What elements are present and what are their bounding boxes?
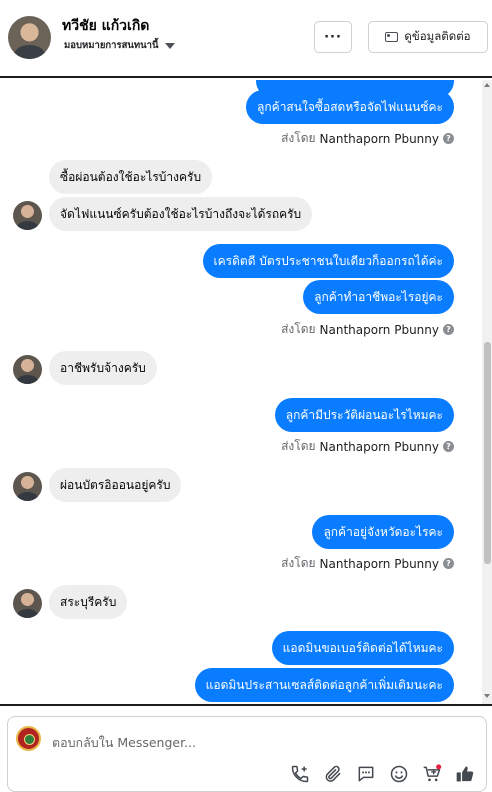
emoji-icon[interactable] (388, 763, 410, 785)
sender-name[interactable]: Nanthaporn Pbunny (320, 132, 439, 146)
composer-box[interactable] (7, 716, 487, 792)
sent-by-label: ส่งโดย Nanthaporn Pbunny ? (281, 554, 454, 573)
help-icon[interactable]: ? (443, 558, 454, 569)
sender-name[interactable]: Nanthaporn Pbunny (320, 323, 439, 337)
scroll-down-arrow[interactable] (484, 694, 490, 698)
sent-by-label: ส่งโดย Nanthaporn Pbunny ? (281, 437, 454, 456)
thread-scrollbar[interactable] (482, 80, 492, 704)
assign-conversation-dropdown[interactable]: มอบหมายการสนทนานี้ (64, 38, 175, 53)
cart-icon[interactable] (421, 763, 443, 785)
avatar[interactable] (13, 472, 42, 501)
avatar[interactable] (13, 201, 42, 230)
phone-add-icon[interactable] (289, 763, 311, 785)
sender-name[interactable]: Nanthaporn Pbunny (320, 440, 439, 454)
message-bubble-outgoing[interactable]: แอดมินขอเบอร์ติดต่อได้ไหมคะ (271, 631, 454, 665)
avatar[interactable] (13, 589, 42, 618)
help-icon[interactable]: ? (443, 133, 454, 144)
contact-name[interactable]: ทวีชัย แก้วเกิด (62, 15, 149, 37)
view-contact-button[interactable]: ดูข้อมูลติดต่อ (368, 21, 488, 53)
scroll-thumb[interactable] (484, 342, 491, 564)
paperclip-icon[interactable] (322, 763, 344, 785)
message-thread[interactable]: ลูกค้าสนใจซื้อสดหรือจัดไฟแนนซ์คะ ส่งโดย … (0, 80, 492, 704)
thumbs-up-icon[interactable] (454, 763, 476, 785)
more-options-button[interactable]: ··· (314, 21, 352, 53)
composer-toolbar (289, 763, 476, 785)
help-icon[interactable]: ? (443, 324, 454, 335)
composer (0, 704, 492, 792)
conversation-header: ทวีชัย แก้วเกิด มอบหมายการสนทนานี้ ··· ด… (0, 0, 492, 78)
message-bubble-outgoing[interactable]: ลูกค้าสนใจซื้อสดหรือจัดไฟแนนซ์คะ (246, 90, 454, 124)
page-logo (16, 726, 41, 751)
chat-bubble-icon[interactable] (355, 763, 377, 785)
assign-label: มอบหมายการสนทนานี้ (64, 40, 159, 51)
message-bubble-outgoing[interactable]: ลูกค้ามีประวัติผ่อนอะไรไหมคะ (274, 398, 454, 432)
avatar[interactable] (8, 16, 51, 59)
help-icon[interactable]: ? (443, 441, 454, 452)
avatar[interactable] (13, 355, 42, 384)
caret-down-icon (164, 42, 175, 49)
message-bubble-outgoing[interactable]: ลูกค้าอยู่จังหวัดอะไรคะ (312, 515, 454, 549)
sender-name[interactable]: Nanthaporn Pbunny (320, 557, 439, 571)
message-bubble-incoming[interactable]: อาชีพรับจ้างครับ (49, 351, 157, 385)
message-bubble-incoming[interactable]: จัดไฟแนนซ์ครับต้องใช้อะไรบ้างถึงจะได้รถค… (49, 197, 313, 231)
message-bubble-incoming[interactable]: ซื้อผ่อนต้องใช้อะไรบ้างครับ (49, 160, 213, 194)
scroll-up-arrow[interactable] (484, 83, 490, 87)
message-bubble-outgoing[interactable]: แอดมินประสานเซลส์ติดต่อลูกค้าเพิ่มเติมนะ… (194, 668, 454, 702)
message-bubble-incoming[interactable]: ผ่อนบัตรอิออนอยู่ครับ (49, 468, 182, 502)
message-bubble-incoming[interactable]: สระบุรีครับ (49, 585, 128, 619)
sent-by-label: ส่งโดย Nanthaporn Pbunny ? (281, 320, 454, 339)
reply-input[interactable] (52, 731, 352, 753)
message-bubble-outgoing[interactable]: เครดิตดี บัตรประชาชนใบเดียวก็ออกรถได้ค่ะ (202, 244, 454, 278)
sent-by-label: ส่งโดย Nanthaporn Pbunny ? (281, 129, 454, 148)
view-contact-label: ดูข้อมูลติดต่อ (404, 29, 471, 43)
id-card-icon (385, 32, 399, 42)
message-bubble-outgoing[interactable]: ลูกค้าทำอาชีพอะไรอยู่คะ (303, 280, 454, 314)
